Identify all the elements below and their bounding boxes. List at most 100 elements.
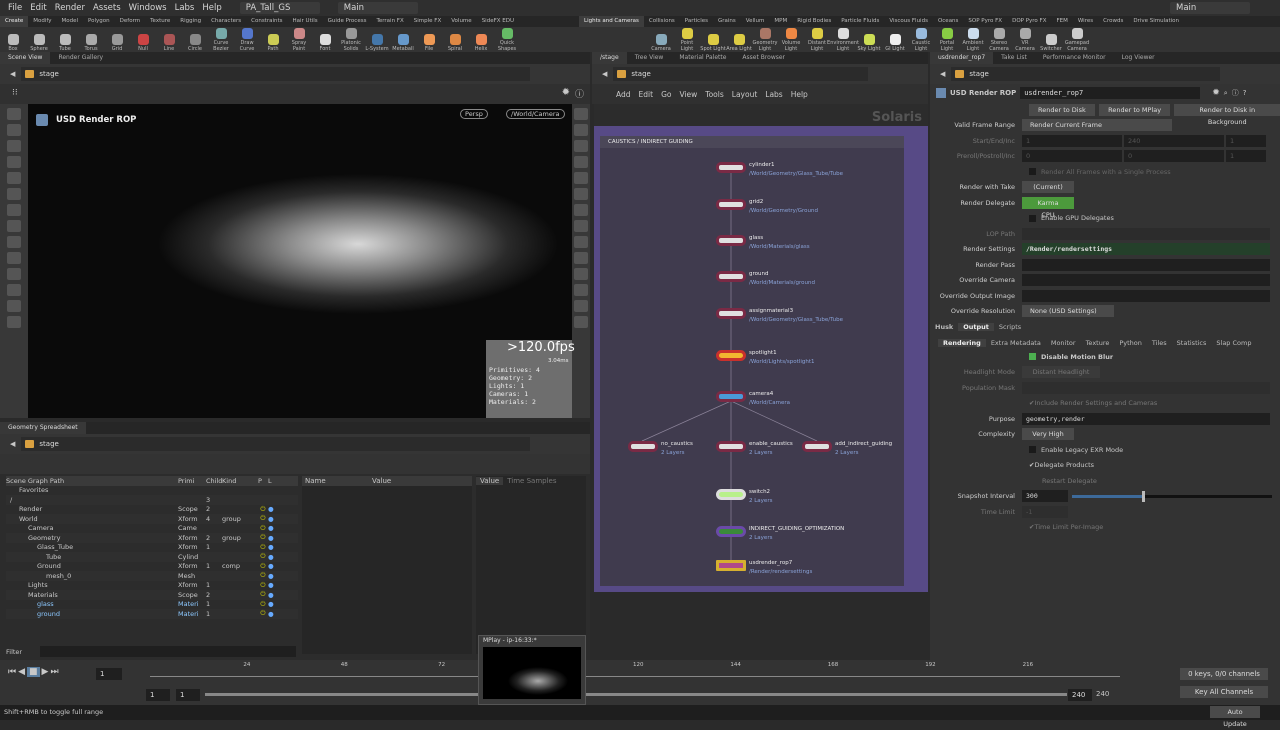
preroll-field[interactable]: 0 [1022, 150, 1122, 163]
current-frame-field[interactable]: 1 [96, 668, 122, 680]
visibility-icon[interactable]: ● [268, 591, 278, 599]
shelf-tool[interactable]: Null [130, 33, 156, 53]
shelf-tab[interactable]: Drive Simulation [1128, 16, 1184, 27]
viewport-left-toolbar[interactable] [0, 104, 28, 418]
back-icon[interactable]: ◀ [10, 440, 15, 448]
path-field[interactable]: stage [21, 67, 530, 81]
menu-add[interactable]: Add [616, 90, 631, 99]
path-field[interactable]: stage [613, 67, 868, 81]
shelf-tool[interactable]: Sky Light [856, 33, 882, 53]
table-row[interactable]: ground Materi 1 ⏻ ● [6, 609, 298, 619]
node-body[interactable] [716, 441, 746, 452]
render-to-mplay-button[interactable]: Render to MPlay [1098, 103, 1171, 116]
table-row[interactable]: /3 [6, 495, 298, 505]
mplay-thumbnail[interactable]: MPlay - ip-16:33:* [478, 635, 586, 705]
shelf-tab[interactable]: Viscous Fluids [884, 16, 933, 27]
visibility-icon[interactable]: ● [268, 543, 278, 551]
shelf-tool[interactable]: GI Light [882, 33, 908, 53]
back-icon[interactable]: ◀ [940, 70, 945, 78]
snapshot-interval-field[interactable]: 300 [1022, 490, 1068, 503]
node-name-input[interactable]: usdrender_rop7 [1020, 87, 1201, 99]
shelf-tool[interactable]: L-System [364, 33, 390, 53]
shelf-tool[interactable]: Path [260, 33, 286, 53]
node-body[interactable] [716, 350, 746, 361]
render-pass-field[interactable] [1022, 258, 1270, 271]
render-background-button[interactable]: Render to Disk in Background [1174, 103, 1280, 126]
tab-performance-monitor[interactable]: Performance Monitor [1035, 52, 1114, 64]
shelf-tab[interactable]: Particles [680, 16, 713, 27]
node-body[interactable] [716, 271, 746, 282]
menu-labs[interactable]: Labs [175, 3, 195, 13]
tab-python[interactable]: Python [1114, 339, 1147, 347]
tree-item-name[interactable]: mesh_0 [6, 572, 178, 580]
override-camera-field[interactable] [1022, 274, 1270, 287]
col-header[interactable]: Value [372, 477, 391, 485]
shelf-tool[interactable]: Tube [52, 33, 78, 53]
shelf-tab[interactable]: Collisions [644, 16, 680, 27]
tab-tiles[interactable]: Tiles [1147, 339, 1172, 347]
shelf-tool[interactable]: Font [312, 33, 338, 53]
context-select[interactable]: Main [337, 2, 418, 14]
tree-item-name[interactable]: Camera [6, 524, 178, 532]
tab-tree-view[interactable]: Tree View [627, 52, 672, 64]
tree-item-name[interactable]: Geometry [6, 534, 178, 542]
shelf-tab[interactable]: SideFX EDU [477, 16, 519, 27]
shelf-tab[interactable]: Polygon [83, 16, 115, 27]
end-frame-field[interactable]: 240 [1068, 689, 1092, 701]
shelf-tab[interactable]: Oceans [933, 16, 963, 27]
shelf-tab[interactable]: Constraints [246, 16, 287, 27]
render-settings-field[interactable]: /Render/rendersettings [1022, 243, 1270, 256]
complexity-select[interactable]: Very High [1022, 428, 1074, 441]
purpose-field[interactable]: geometry,render [1022, 412, 1270, 425]
shelf-tool[interactable]: Geometry Light [752, 28, 778, 52]
shelf-tool[interactable]: Stereo Camera [986, 28, 1012, 52]
shelf-tab[interactable]: MPM [769, 16, 792, 27]
visibility-icon[interactable]: ● [268, 581, 278, 589]
tree-item-name[interactable]: Materials [6, 591, 178, 599]
context-select-right[interactable]: Main [1170, 2, 1250, 14]
shelf-tab[interactable]: Create [0, 16, 29, 27]
start-frame-field[interactable]: 1 [146, 689, 170, 701]
menu-help[interactable]: Help [202, 3, 221, 13]
shelf-tab[interactable]: Deform [115, 16, 145, 27]
camera-menu[interactable]: /World/Camera [506, 109, 565, 119]
shelf-tab[interactable]: Rigging [175, 16, 206, 27]
shelf-tool[interactable]: Grid [104, 33, 130, 53]
menu-go[interactable]: Go [661, 90, 671, 99]
snapshot-slider[interactable] [1072, 490, 1272, 502]
shelf-tab[interactable]: Characters [206, 16, 246, 27]
col-header[interactable]: Primi [178, 477, 206, 485]
shelf-tab[interactable]: Crowds [1098, 16, 1128, 27]
visibility-icon[interactable]: ● [268, 600, 278, 608]
menu-view[interactable]: View [679, 90, 697, 99]
node-body[interactable] [716, 489, 746, 500]
start-field[interactable]: 1 [1022, 134, 1122, 147]
shelf-tab[interactable]: Grains [713, 16, 741, 27]
path-field[interactable]: stage [951, 67, 1220, 81]
timeline-ruler[interactable] [150, 676, 1120, 677]
tab-scene-view[interactable]: Scene View [0, 52, 51, 64]
node-body[interactable] [716, 526, 746, 537]
node-body[interactable] [628, 441, 658, 452]
active-toggle-icon[interactable]: ⏻ [258, 571, 268, 580]
visibility-icon[interactable]: ● [268, 534, 278, 542]
active-toggle-icon[interactable]: ⏻ [258, 590, 268, 599]
col-header[interactable]: Child [206, 477, 222, 485]
shelf-tab[interactable]: Terrain FX [371, 16, 408, 27]
table-row[interactable]: Ground Xform 1 comp ⏻ ● [6, 562, 298, 572]
legacy-exr-checkbox[interactable] [1029, 446, 1036, 454]
shelf-tool[interactable]: Gamepad Camera [1064, 28, 1090, 52]
shelf-tool[interactable]: Metaball [390, 33, 416, 53]
auto-update-select[interactable]: Auto Update [1210, 706, 1260, 728]
active-toggle-icon[interactable]: ⏻ [258, 600, 268, 609]
grid-menu-icon[interactable]: ⁝⁝ [12, 88, 18, 98]
tab-rendering[interactable]: Rendering [938, 339, 986, 347]
table-row[interactable]: World Xform 4 group ⏻ ● [6, 514, 298, 524]
tree-item-name[interactable]: Ground [6, 562, 178, 570]
node-body[interactable] [716, 199, 746, 210]
shelf-tab[interactable]: Lights and Cameras [579, 16, 644, 27]
menu-labs[interactable]: Labs [765, 90, 782, 99]
time-limit-field[interactable]: -1 [1022, 505, 1068, 518]
search-icon[interactable]: ⌕ [1224, 89, 1228, 98]
shelf-tool[interactable]: Portal Light [934, 28, 960, 52]
